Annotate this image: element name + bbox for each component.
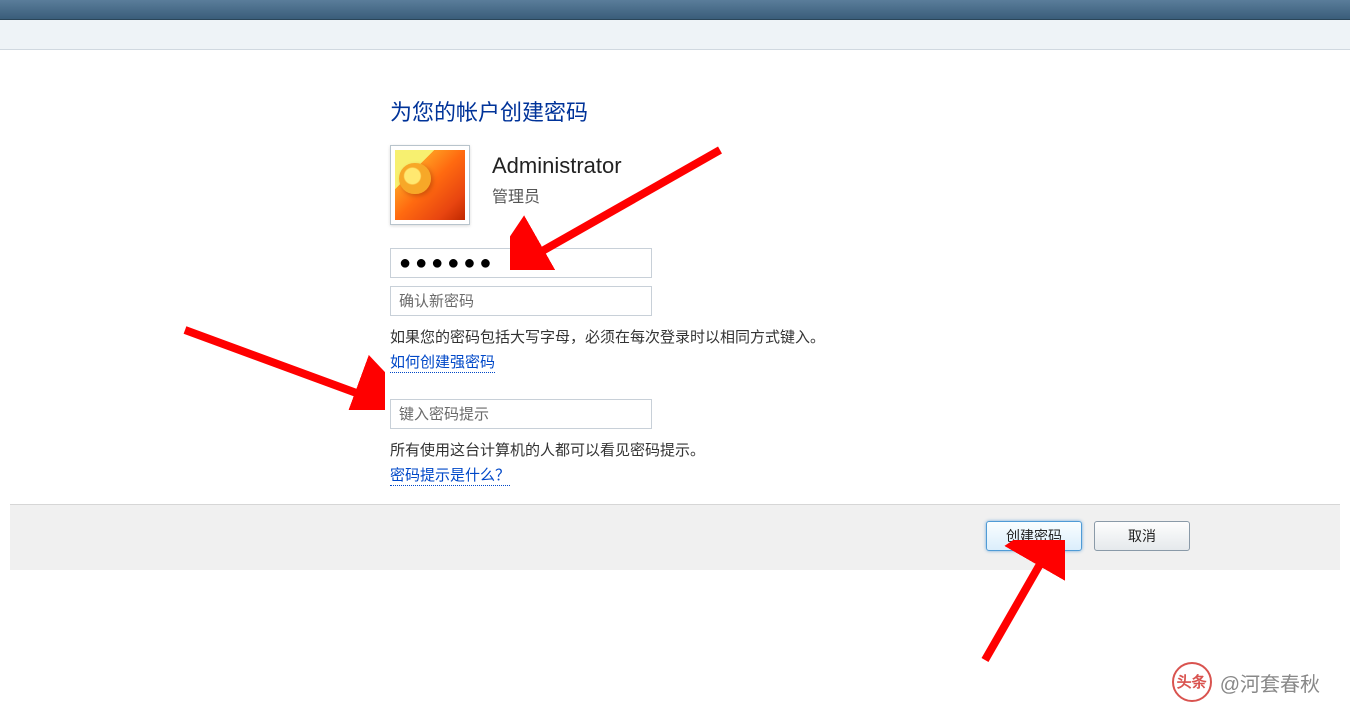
toolbar-strip: [0, 20, 1350, 50]
user-block: Administrator 管理员: [390, 145, 622, 225]
user-role: 管理员: [492, 183, 622, 207]
watermark: 头条 @河套春秋: [1172, 662, 1320, 702]
window-frame: 为您的帐户创建密码 Administrator 管理员 ●●●●●● 如果您的密…: [0, 0, 1350, 720]
window-titlebar[interactable]: [0, 0, 1350, 20]
confirm-password-field[interactable]: [390, 286, 652, 316]
password-hint-field[interactable]: [390, 399, 652, 429]
create-password-button[interactable]: 创建密码: [986, 521, 1082, 551]
user-name: Administrator: [492, 153, 622, 179]
watermark-badge-icon: 头条: [1172, 662, 1212, 702]
content-area: 为您的帐户创建密码 Administrator 管理员 ●●●●●● 如果您的密…: [10, 50, 1340, 720]
strong-password-link[interactable]: 如何创建强密码: [390, 351, 495, 373]
new-password-field[interactable]: ●●●●●●: [390, 248, 652, 278]
user-meta: Administrator 管理员: [492, 145, 622, 207]
cancel-button[interactable]: 取消: [1094, 521, 1190, 551]
avatar-image: [395, 150, 465, 220]
watermark-text: @河套春秋: [1220, 668, 1320, 697]
page-title: 为您的帐户创建密码: [390, 95, 588, 127]
caps-note: 如果您的密码包括大写字母，必须在每次登录时以相同方式键入。: [390, 326, 950, 347]
hint-help-link[interactable]: 密码提示是什么？: [390, 464, 510, 486]
avatar: [390, 145, 470, 225]
footer-bar: 创建密码 取消: [10, 504, 1340, 570]
form-area: ●●●●●● 如果您的密码包括大写字母，必须在每次登录时以相同方式键入。 如何创…: [390, 248, 950, 486]
hint-visibility-note: 所有使用这台计算机的人都可以看见密码提示。: [390, 439, 950, 460]
